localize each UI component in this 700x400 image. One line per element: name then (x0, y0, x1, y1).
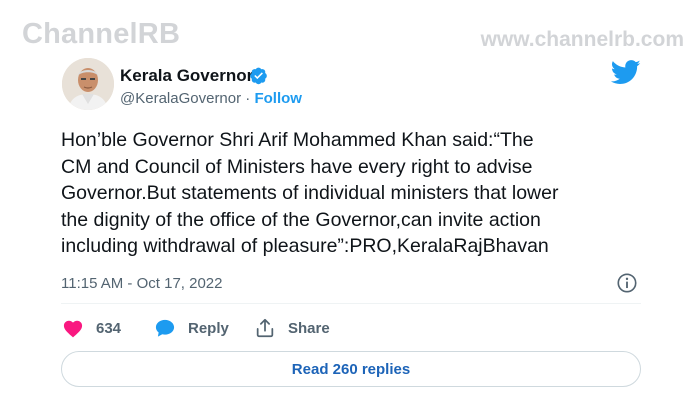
follow-link[interactable]: Follow (254, 90, 302, 107)
heart-icon (63, 320, 83, 338)
author-handle[interactable]: @KeralaGovernor (120, 90, 241, 107)
info-icon[interactable] (616, 272, 638, 294)
reply-label: Reply (188, 319, 229, 337)
share-icon (256, 318, 274, 338)
avatar[interactable] (62, 58, 114, 110)
tweet-text: Hon’ble Governor Shri Arif Mohammed Khan… (61, 129, 559, 257)
read-replies-button[interactable]: Read 260 replies (61, 351, 641, 387)
tweet-timestamp[interactable]: 11:15 AM - Oct 17, 2022 (61, 275, 222, 292)
watermark-left: ChannelRB (22, 18, 181, 50)
share-label: Share (288, 319, 330, 337)
twitter-bird-icon[interactable] (611, 60, 641, 85)
watermark-right: www.channelrb.com (480, 28, 684, 51)
author-name[interactable]: Kerala Governor (120, 66, 253, 86)
handle-separator: · (245, 90, 251, 107)
divider (61, 303, 641, 304)
reply-bubble-icon (155, 319, 175, 337)
share-button[interactable]: Share (254, 316, 330, 340)
like-button[interactable]: 634 (62, 316, 121, 340)
reply-button[interactable]: Reply (154, 316, 229, 340)
like-count: 634 (96, 319, 122, 337)
avatar-portrait-icon (62, 58, 114, 110)
verified-badge-icon (250, 67, 267, 85)
handle-row: @KeralaGovernor · Follow (120, 90, 302, 107)
